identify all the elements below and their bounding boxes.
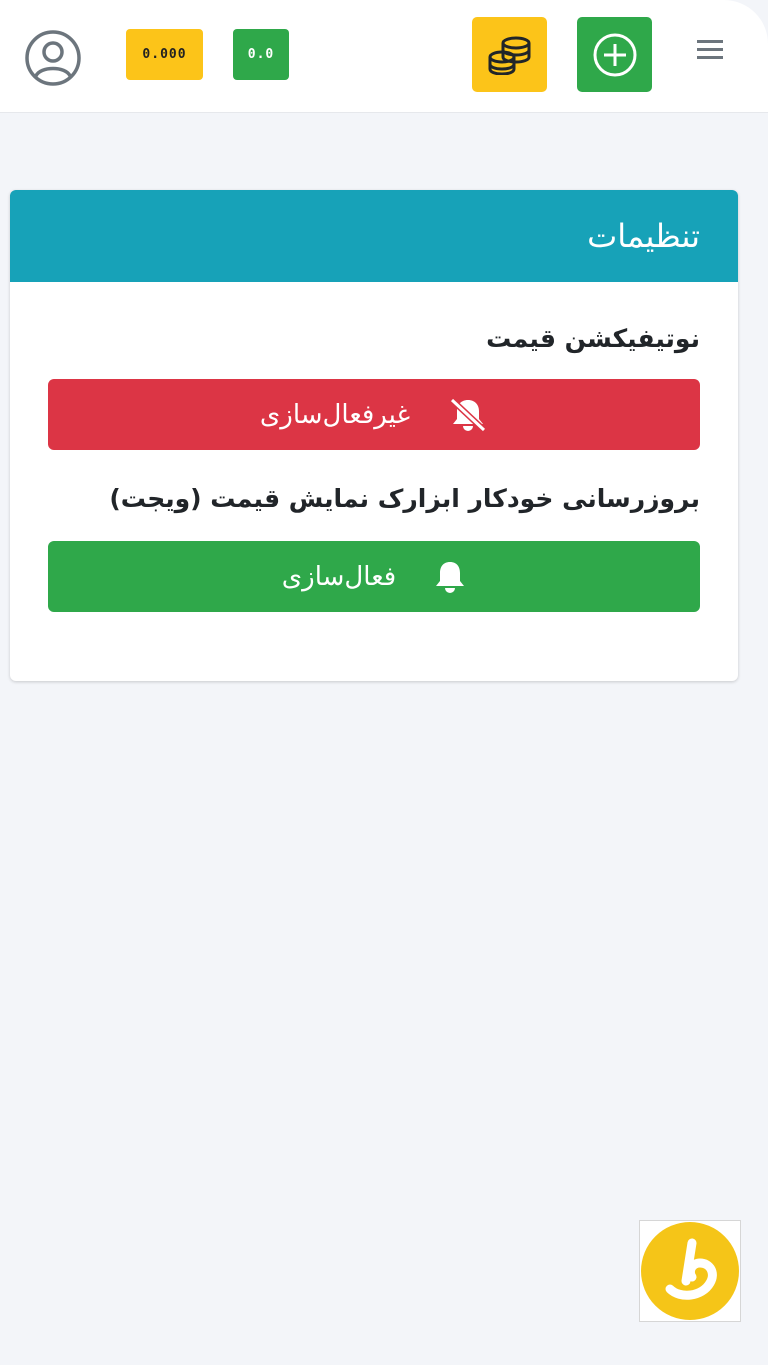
add-button[interactable] <box>577 17 652 92</box>
user-circle-icon <box>25 30 81 86</box>
top-bar: 0.000 0.0 <box>0 0 768 113</box>
settings-card-header: تنظیمات <box>10 190 738 282</box>
activate-widget-update-label: فعال‌سازی <box>281 561 397 592</box>
coins-count-badge[interactable]: 0.000 <box>126 29 203 80</box>
price-notification-label: نوتیفیکشن قیمت <box>486 324 700 353</box>
settings-card: تنظیمات نوتیفیکشن قیمت غیرفعال‌سازی بروز… <box>10 190 738 681</box>
deactivate-notification-button[interactable]: غیرفعال‌سازی <box>48 379 700 450</box>
balance-badge[interactable]: 0.0 <box>233 29 289 80</box>
menu-button[interactable] <box>690 30 730 70</box>
deactivate-notification-label: غیرفعال‌سازی <box>259 399 411 430</box>
bell-off-icon <box>448 397 488 433</box>
widget-auto-update-label: بروزرسانی خودکار ابزارک نمایش قیمت (ویجت… <box>109 484 700 513</box>
settings-title: تنظیمات <box>587 217 700 255</box>
brand-logo <box>639 1220 741 1322</box>
coins-stack-icon <box>488 36 530 75</box>
hamburger-menu-icon <box>697 40 723 59</box>
coins-button[interactable] <box>472 17 547 92</box>
bell-icon <box>434 560 466 594</box>
activate-widget-update-button[interactable]: فعال‌سازی <box>48 541 700 612</box>
plus-circle-icon <box>593 33 636 76</box>
user-avatar-button[interactable] <box>24 29 82 87</box>
brand-logo-icon <box>641 1222 739 1320</box>
